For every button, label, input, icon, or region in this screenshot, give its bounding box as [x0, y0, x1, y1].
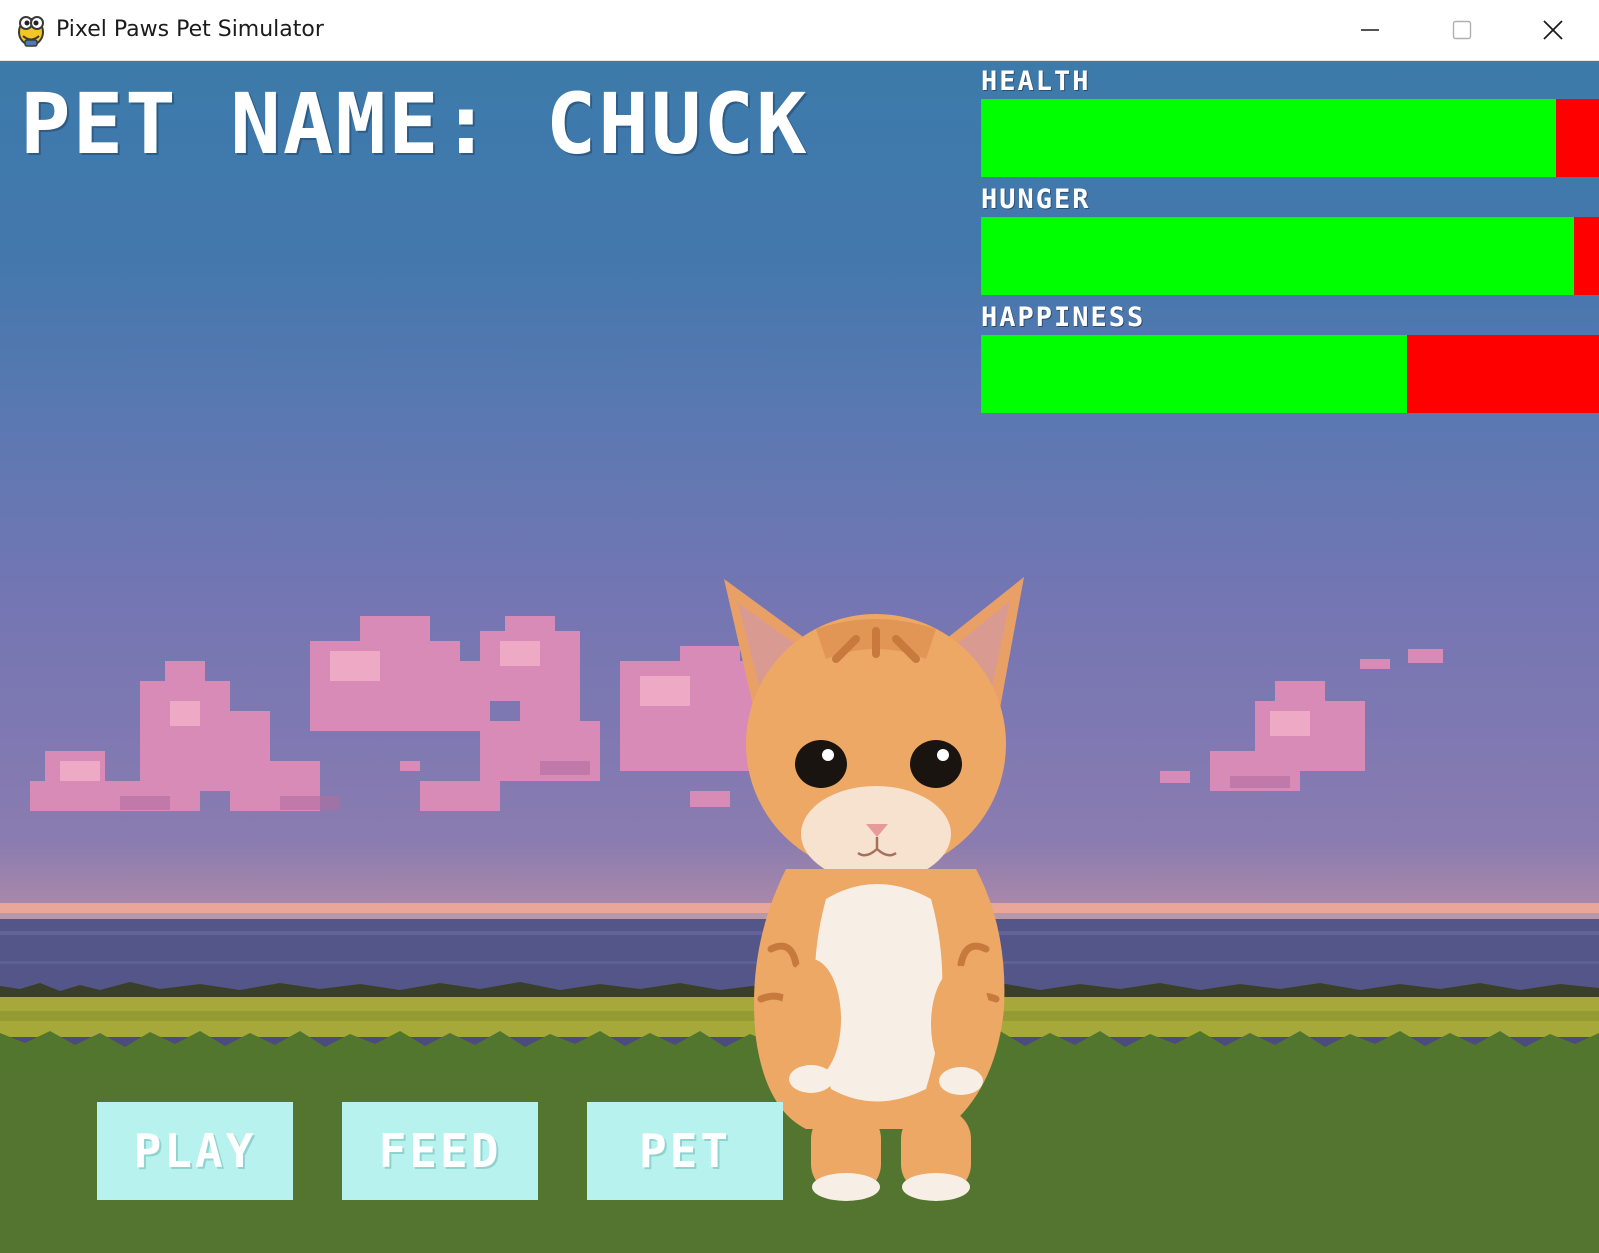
python-logo-icon: [14, 12, 48, 48]
close-icon: [1543, 20, 1563, 40]
health-bar: [981, 99, 1599, 177]
window-title: Pixel Paws Pet Simulator: [56, 17, 324, 42]
close-button[interactable]: [1507, 0, 1599, 61]
minimize-button[interactable]: [1324, 0, 1416, 61]
happiness-bar: [981, 335, 1599, 413]
health-bar-fill: [981, 99, 1556, 177]
maximize-icon: [1452, 20, 1472, 40]
maximize-button[interactable]: [1416, 0, 1508, 61]
pet-name-label: PET NAME: CHUCK: [20, 75, 809, 173]
hunger-bar: [981, 217, 1599, 295]
hunger-bar-fill: [981, 217, 1575, 295]
pet-button[interactable]: PET: [587, 1102, 783, 1200]
happiness-label: HAPPINESS: [981, 302, 1146, 333]
hunger-label: HUNGER: [981, 184, 1091, 215]
minimize-icon: [1361, 29, 1379, 31]
window-titlebar[interactable]: Pixel Paws Pet Simulator: [0, 0, 1599, 61]
play-button[interactable]: PLAY: [97, 1102, 293, 1200]
health-label: HEALTH: [981, 66, 1091, 97]
happiness-bar-fill: [981, 335, 1408, 413]
game-canvas[interactable]: PET NAME: CHUCK HEALTH HUNGER HAPPINESS: [0, 61, 1599, 1253]
feed-button[interactable]: FEED: [342, 1102, 538, 1200]
